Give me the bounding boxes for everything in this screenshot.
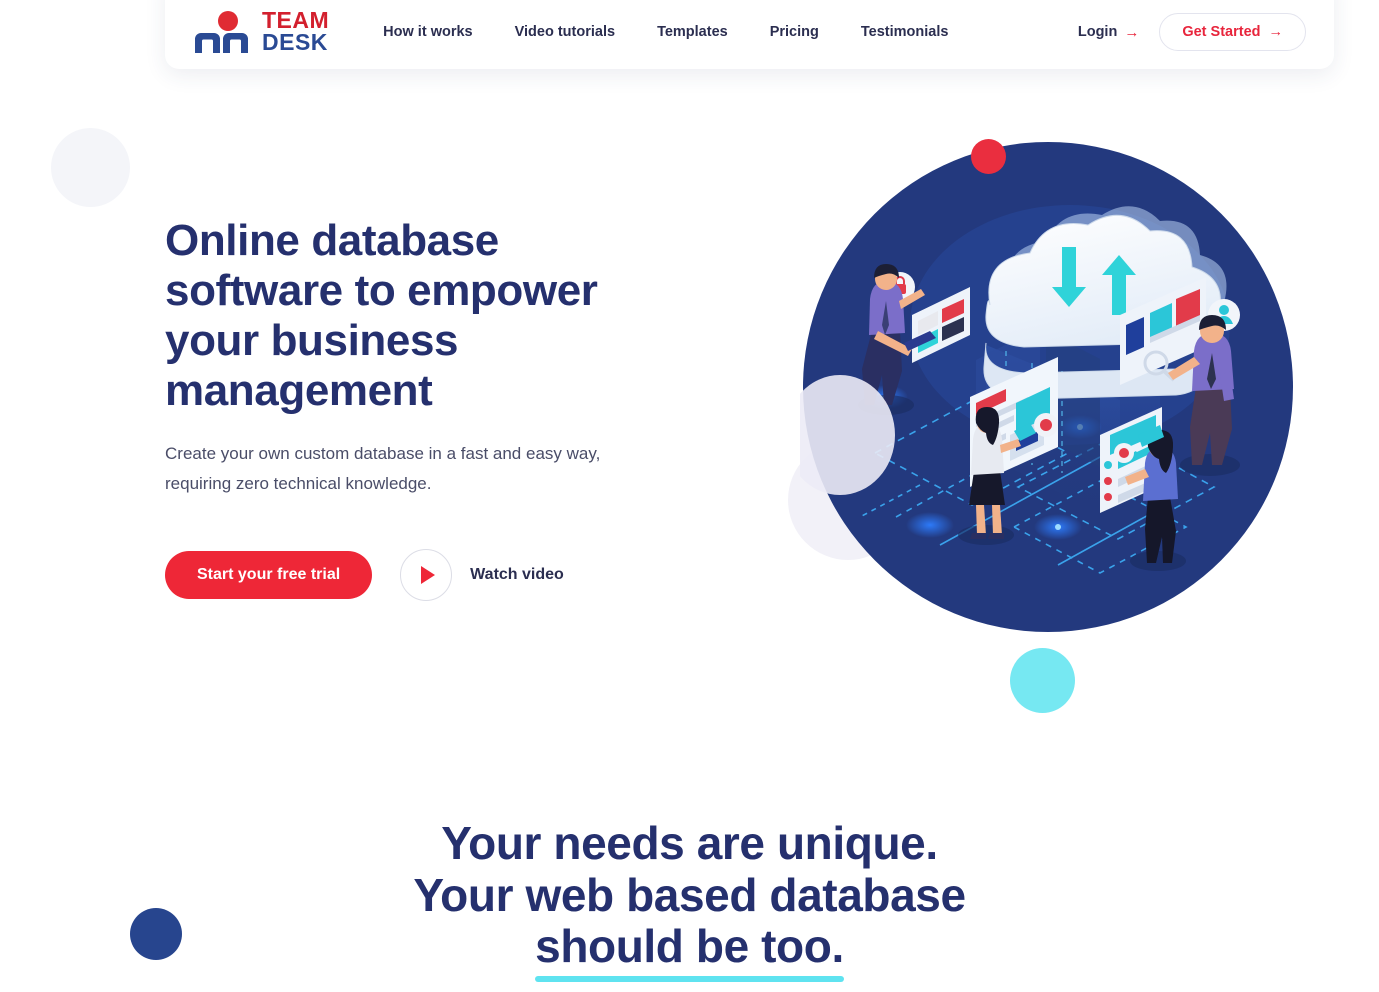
section-headline-line-3: should be too. — [535, 920, 844, 981]
nav-item-pricing[interactable]: Pricing — [770, 24, 819, 40]
nav-item-how-it-works[interactable]: How it works — [383, 24, 472, 40]
section-headline-line-3-wrapper: should be too. — [0, 920, 1379, 981]
hero-subtitle: Create your own custom database in a fas… — [165, 439, 695, 500]
hero-illustration — [800, 135, 1297, 635]
decorative-circle-cyan — [1010, 648, 1075, 713]
logo-text-desk: DESK — [262, 29, 328, 55]
hero-content: Online database software to empower your… — [165, 216, 725, 602]
nav-item-video-tutorials[interactable]: Video tutorials — [515, 24, 615, 40]
landing-page: TEAM DESK How it works Video tutorials T… — [0, 0, 1379, 992]
nav-item-testimonials[interactable]: Testimonials — [861, 24, 949, 40]
watch-video-label: Watch video — [470, 566, 564, 584]
decorative-circle-pale-left — [51, 128, 130, 207]
nav-item-templates[interactable]: Templates — [657, 24, 728, 40]
watch-video-action[interactable]: Watch video — [400, 549, 564, 602]
arrow-right-icon: → — [1268, 24, 1284, 40]
hero-subtitle-line-1: Create your own custom database in a fas… — [165, 443, 601, 463]
hero-actions: Start your free trial Watch video — [165, 549, 725, 602]
play-triangle-icon — [420, 566, 435, 585]
accent-dot-red — [971, 139, 1006, 174]
get-started-label: Get Started — [1182, 24, 1261, 40]
login-label: Login — [1077, 24, 1118, 40]
site-header: TEAM DESK How it works Video tutorials T… — [165, 0, 1334, 69]
logo-wordmark: TEAM DESK — [262, 9, 329, 55]
hero-title-line-2: software to empower — [165, 266, 598, 316]
main-navigation: How it works Video tutorials Templates P… — [383, 24, 948, 40]
arrow-right-icon: → — [1124, 23, 1140, 41]
hero-title-line-4: management — [165, 366, 433, 416]
section-headline-line-2: Your web based database — [413, 868, 966, 921]
header-actions: Login → Get Started → — [1078, 13, 1306, 51]
login-link[interactable]: Login → — [1078, 24, 1139, 40]
hero-title-line-3: your business — [165, 316, 459, 366]
section-headline-line-1: Your needs are unique. — [441, 817, 938, 869]
start-free-trial-button[interactable]: Start your free trial — [165, 551, 373, 600]
teamdesk-logo-icon — [193, 10, 253, 54]
logo[interactable]: TEAM DESK — [193, 9, 329, 55]
hero-subtitle-line-2: requiring zero technical knowledge. — [165, 473, 432, 493]
hero-title: Online database software to empower your… — [165, 216, 725, 417]
section-headline: Your needs are unique. Your web based da… — [0, 817, 1379, 981]
get-started-button[interactable]: Get Started → — [1159, 13, 1306, 51]
hero-title-line-1: Online database — [165, 216, 499, 265]
play-icon[interactable] — [400, 549, 453, 602]
